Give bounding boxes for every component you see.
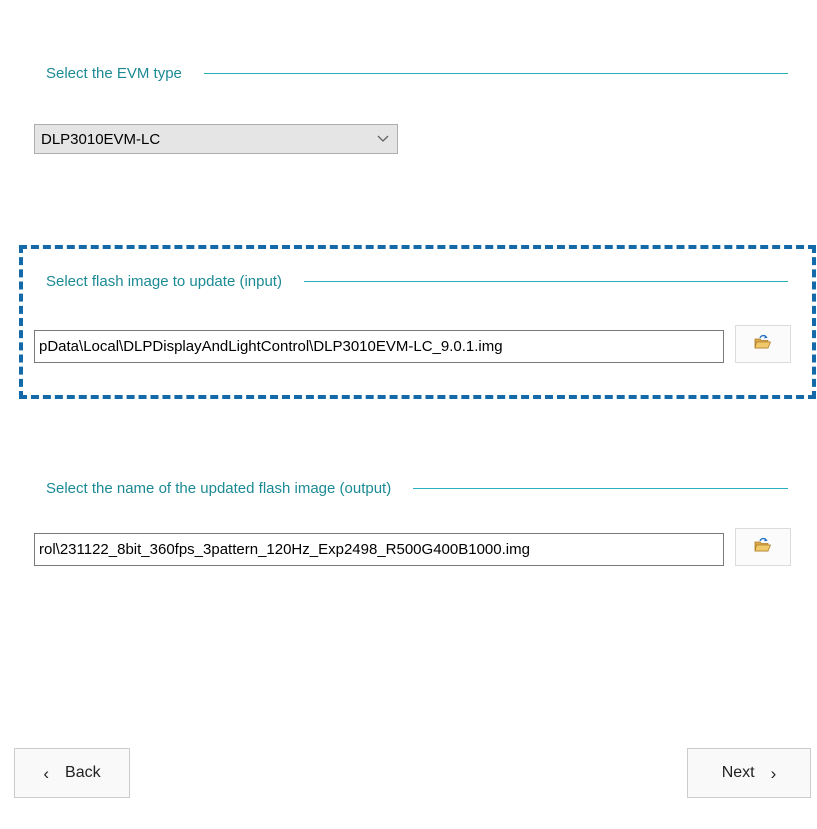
evm-type-dropdown[interactable]: DLP3010EVM-LC — [34, 124, 398, 154]
open-folder-icon — [754, 334, 772, 355]
evm-section-header: Select the EVM type — [46, 63, 788, 83]
output-image-browse-button[interactable] — [735, 528, 791, 566]
input-image-highlight-box — [19, 245, 816, 399]
chevron-down-icon — [369, 132, 397, 146]
input-image-path-field[interactable] — [34, 330, 724, 363]
input-image-section-divider — [303, 280, 788, 282]
evm-type-selected: DLP3010EVM-LC — [41, 130, 161, 148]
back-button-label: Back — [65, 764, 101, 781]
evm-section-title: Select the EVM type — [46, 64, 182, 82]
input-image-section-title: Select flash image to update (input) — [46, 272, 282, 290]
output-image-section-title: Select the name of the updated flash ima… — [46, 479, 392, 497]
next-button-label: Next — [721, 764, 755, 781]
open-folder-icon — [754, 537, 772, 558]
input-image-browse-button[interactable] — [735, 325, 791, 363]
chevron-left-icon: ‹ — [43, 763, 50, 783]
evm-section-divider — [203, 72, 788, 74]
output-image-section-header: Select the name of the updated flash ima… — [46, 478, 788, 498]
back-button[interactable]: ‹ Back — [14, 748, 130, 798]
input-image-section-header: Select flash image to update (input) — [46, 271, 788, 291]
chevron-right-icon: › — [770, 763, 777, 783]
next-button[interactable]: Next › — [687, 748, 811, 798]
output-image-section-divider — [413, 487, 788, 489]
output-image-path-field[interactable] — [34, 533, 724, 566]
